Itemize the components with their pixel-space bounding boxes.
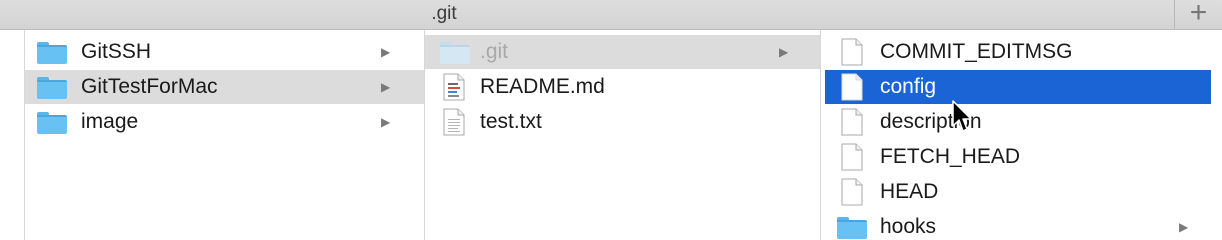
item-label: image	[81, 110, 139, 133]
list-item-head[interactable]: HEAD	[825, 175, 1211, 209]
list-item-commit-editmsg[interactable]: COMMIT_EDITMSG	[825, 35, 1211, 69]
browser-column-3[interactable]: COMMIT_EDITMSG config description FETCH_…	[821, 30, 1222, 240]
text-file-icon	[443, 108, 465, 136]
plus-icon: +	[1189, 0, 1208, 29]
chevron-right-icon: ▶	[381, 115, 391, 129]
markdown-file-icon	[443, 73, 465, 101]
list-item-git[interactable]: .git ▶	[425, 35, 820, 69]
folder-icon	[37, 112, 67, 134]
item-label: GitSSH	[81, 40, 152, 63]
list-item-gittestformac[interactable]: GitTestForMac ▶	[25, 70, 424, 104]
file-icon	[841, 178, 863, 206]
tab-bar: .git +	[0, 0, 1222, 30]
tab-title[interactable]: .git	[0, 0, 888, 29]
list-item-fetch-head[interactable]: FETCH_HEAD	[825, 140, 1211, 174]
list-item-config[interactable]: config	[825, 70, 1211, 104]
item-label: HEAD	[880, 180, 939, 203]
finder-window: .git + GitSSH ▶ GitTestForMac ▶ image ▶ …	[0, 0, 1222, 240]
item-label: GitTestForMac	[81, 75, 218, 98]
mouse-cursor-icon	[952, 100, 972, 132]
chevron-right-icon: ▶	[1179, 220, 1189, 234]
file-icon	[841, 38, 863, 66]
item-label: FETCH_HEAD	[880, 145, 1021, 168]
list-item-hooks[interactable]: hooks ▶	[825, 210, 1211, 240]
list-item-readme[interactable]: README.md	[425, 70, 820, 104]
list-item-description[interactable]: description	[825, 105, 1211, 139]
item-label: .git	[480, 40, 509, 63]
chevron-right-icon: ▶	[381, 80, 391, 94]
list-item-gitssh[interactable]: GitSSH ▶	[25, 35, 424, 69]
chevron-right-icon: ▶	[779, 45, 789, 59]
file-icon	[841, 143, 863, 171]
list-item-image[interactable]: image ▶	[25, 105, 424, 139]
browser-column-2[interactable]: .git ▶ README.md test.txt	[425, 30, 821, 240]
item-label: README.md	[480, 75, 605, 98]
new-tab-button[interactable]: +	[1174, 0, 1222, 29]
browser-column-1[interactable]: GitSSH ▶ GitTestForMac ▶ image ▶	[25, 30, 425, 240]
file-icon	[841, 73, 863, 101]
chevron-right-icon: ▶	[381, 45, 391, 59]
list-item-test-txt[interactable]: test.txt	[425, 105, 820, 139]
folder-icon	[837, 217, 867, 239]
item-label: hooks	[880, 215, 937, 238]
file-icon	[841, 108, 863, 136]
folder-icon	[37, 77, 67, 99]
item-label: config	[880, 75, 937, 98]
folder-icon	[37, 42, 67, 64]
item-label: COMMIT_EDITMSG	[880, 40, 1073, 63]
item-label: test.txt	[480, 110, 542, 133]
column-edge	[0, 30, 25, 240]
folder-icon	[440, 42, 470, 64]
